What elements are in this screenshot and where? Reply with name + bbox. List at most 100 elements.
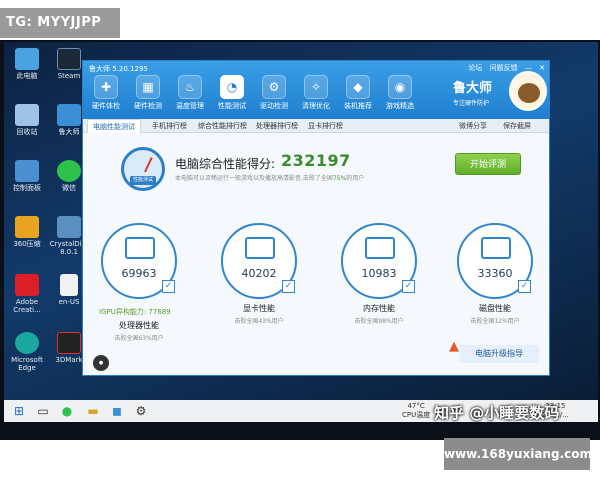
module-name: 内存性能 xyxy=(363,304,395,313)
tool-cleanup[interactable]: ✧ 清理优化 xyxy=(297,75,335,111)
tool-label: 温度管理 xyxy=(176,102,204,110)
driver-icon: ⚙ xyxy=(262,75,286,99)
tool-health-check[interactable]: ✚ 硬件体检 xyxy=(87,75,125,111)
module-rank: 击败全国63%用户 xyxy=(114,335,164,342)
module-ring: 40202 ✓ xyxy=(221,223,297,299)
tool-temperature[interactable]: ♨ 温度管理 xyxy=(171,75,209,111)
game-icon: ◉ xyxy=(388,75,412,99)
start-menu-icon[interactable]: ⊞ xyxy=(12,404,26,418)
feedback-link[interactable]: 问题反馈 xyxy=(490,64,518,72)
start-benchmark-button[interactable]: 开始评测 xyxy=(455,153,521,175)
wechat-taskbar-icon[interactable]: ● xyxy=(60,404,74,418)
dada-avatar-icon[interactable]: ● xyxy=(93,355,109,371)
tool-label: 硬件体检 xyxy=(92,102,120,110)
desktop-icon-this-pc[interactable]: 此电脑 xyxy=(6,48,48,80)
close-icon[interactable]: ✕ xyxy=(539,64,545,72)
watermark-url: www.168yuxiang.com xyxy=(444,438,592,470)
upgrade-guide-button[interactable]: 电脑升级指导 xyxy=(459,345,539,363)
steam-icon xyxy=(57,48,81,70)
module-name: 磁盘性能 xyxy=(479,304,511,313)
brand: 鲁大师 专注硬件防护 xyxy=(453,77,513,107)
module-disk[interactable]: 33360 ✓ 磁盘性能 击败全国12%用户 xyxy=(449,223,541,325)
ludashi-taskbar-icon[interactable]: ◼ xyxy=(110,404,124,418)
desktop-icon-control-panel[interactable]: 控制面板 xyxy=(6,160,48,192)
control-panel-icon xyxy=(15,160,39,182)
edge-icon xyxy=(15,332,39,354)
desktop-icon-recycle-bin[interactable]: 回收站 xyxy=(6,104,48,136)
desktop-icon-edge[interactable]: Microsoft Edge xyxy=(6,332,48,372)
crystaldisk-icon xyxy=(57,216,81,238)
module-rank: 击败全国98%用户 xyxy=(354,318,404,325)
recycle-bin-icon xyxy=(15,104,39,126)
weibo-share-link[interactable]: 微博分享 xyxy=(459,119,487,133)
health-check-icon: ✚ xyxy=(94,75,118,99)
desktop-icon-label: 此电脑 xyxy=(16,72,38,80)
tool-label: 装机推荐 xyxy=(344,102,372,110)
file-icon xyxy=(60,274,78,296)
tool-build-recommend[interactable]: ◆ 装机推荐 xyxy=(339,75,377,111)
module-cpu[interactable]: 69963 ✓ xyxy=(93,223,185,299)
watermark-zhihu: 知乎 @小睡要数码 xyxy=(434,404,560,422)
tab-cpu-ranking[interactable]: 处理器排行榜 xyxy=(251,119,303,133)
module-rank: 击败全国43%用户 xyxy=(234,318,284,325)
check-icon: ✓ xyxy=(402,280,415,293)
overall-score-value: 232197 xyxy=(281,151,351,170)
app-header: 鲁大师 5.20.1295 论坛 问题反馈 — ✕ ✚ 硬件体检 ▦ 硬件检测 … xyxy=(83,61,549,119)
adobe-cc-icon xyxy=(15,274,39,296)
tool-driver[interactable]: ⚙ 驱动检测 xyxy=(255,75,293,111)
module-memory[interactable]: 10983 ✓ 内存性能 击败全国98%用户 xyxy=(333,223,425,325)
score-percent: 75% xyxy=(332,175,347,182)
score-desc-suffix: 的用户 xyxy=(346,175,365,182)
module-cpu-caption: 处理器性能 击败全国63%用户 xyxy=(93,317,185,342)
gpu-icon xyxy=(245,237,275,259)
tool-label: 性能测试 xyxy=(218,102,246,110)
check-icon: ✓ xyxy=(518,280,531,293)
brand-name: 鲁大师 xyxy=(453,81,493,96)
module-name: 处理器性能 xyxy=(119,321,159,330)
forum-link[interactable]: 论坛 xyxy=(468,64,482,72)
tool-hardware-scan[interactable]: ▦ 硬件检测 xyxy=(129,75,167,111)
desktop-icon-label: 360压缩 xyxy=(13,240,41,248)
desktop-icon-label: Microsoft Edge xyxy=(11,356,43,372)
module-score: 10983 xyxy=(361,267,397,280)
module-score: 69963 xyxy=(121,267,157,280)
tab-phone-ranking[interactable]: 手机排行榜 xyxy=(147,119,192,133)
watermark-tg: TG: MYYJJPP xyxy=(0,8,120,38)
igpu-capability: IGPU异构能力: 77689 xyxy=(99,308,171,316)
cpu-temp-tray[interactable]: 47°C CPU温度 xyxy=(402,402,430,420)
tool-label: 驱动检测 xyxy=(260,102,288,110)
tab-overall-ranking[interactable]: 综合性能排行榜 xyxy=(193,119,252,133)
tool-games[interactable]: ◉ 游戏精选 xyxy=(381,75,419,111)
tab-pc-performance[interactable]: 电脑性能测试 xyxy=(87,119,141,133)
tray-temp: 47°C xyxy=(407,402,425,410)
tab-gpu-ranking[interactable]: 显卡排行榜 xyxy=(303,119,348,133)
task-view-icon[interactable]: ▭ xyxy=(36,404,50,418)
desktop-icon-adobe-cc[interactable]: Adobe Creati... xyxy=(6,274,48,314)
tool-label: 游戏精选 xyxy=(386,102,414,110)
ludashi-icon xyxy=(57,104,81,126)
tray-cpu-label: CPU温度 xyxy=(402,411,431,419)
module-rank: 击败全国12%用户 xyxy=(470,318,520,325)
gauge-needle xyxy=(144,157,153,173)
overall-score-label: 电脑综合性能得分: xyxy=(175,157,276,171)
desktop-icon-label: Steam xyxy=(57,72,81,80)
tool-label: 硬件检测 xyxy=(134,102,162,110)
temperature-icon: ♨ xyxy=(178,75,202,99)
score-desc-text: 本电脑可以流畅运行一般游戏以及播放高清影音,击败了全国 xyxy=(175,175,333,182)
settings-icon[interactable]: ⚙ xyxy=(134,404,148,418)
ludashi-window: 鲁大师 5.20.1295 论坛 问题反馈 — ✕ ✚ 硬件体检 ▦ 硬件检测 … xyxy=(82,60,550,376)
app-title: 鲁大师 5.20.1295 xyxy=(89,65,148,73)
tool-performance[interactable]: ◔ 性能测试 xyxy=(213,75,251,111)
file-explorer-icon[interactable]: ▬ xyxy=(86,404,100,418)
desktop-icon-360zip[interactable]: 360压缩 xyxy=(6,216,48,248)
desktop-icon-label: en-US xyxy=(58,298,80,306)
save-screenshot-link[interactable]: 保存截屏 xyxy=(503,119,531,133)
cleanup-icon: ✧ xyxy=(304,75,328,99)
build-recommend-icon: ◆ xyxy=(346,75,370,99)
tool-label: 清理优化 xyxy=(302,102,330,110)
brand-slogan: 专注硬件防护 xyxy=(453,100,490,107)
module-gpu[interactable]: 40202 ✓ 显卡性能 击败全国43%用户 xyxy=(213,223,305,325)
desktop-icon-label: 3DMark xyxy=(55,356,83,364)
memory-icon xyxy=(365,237,395,259)
desktop-icon-label: 微信 xyxy=(62,184,76,192)
